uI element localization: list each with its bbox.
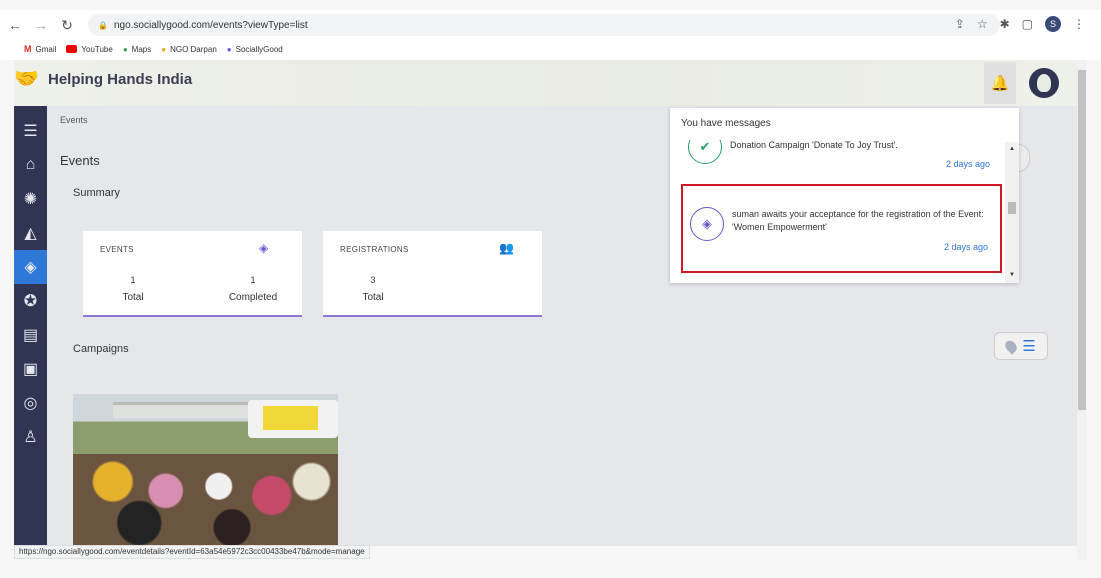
star-icon[interactable]: ☆ xyxy=(977,17,988,31)
brand-title: Helping Hands India xyxy=(48,71,193,88)
award-icon: ✪ xyxy=(23,293,38,310)
back-icon[interactable]: ← xyxy=(4,17,26,33)
registrations-total-value: 3 xyxy=(370,275,376,285)
notification-item[interactable]: ✔ Donation Campaign 'Donate To Joy Trust… xyxy=(681,140,1002,174)
donation-icon: ✺ xyxy=(23,191,38,208)
sociallygood-icon: ● xyxy=(226,44,232,54)
campaign-image[interactable] xyxy=(73,394,338,546)
forward-icon[interactable]: → xyxy=(30,17,52,33)
sidebar-item-donations[interactable]: ✺ xyxy=(14,182,47,216)
profile-avatar[interactable]: S xyxy=(1045,16,1061,32)
page-scrollbar[interactable] xyxy=(1077,60,1087,560)
donation-campaign-icon: ✔ xyxy=(688,140,722,164)
notification-item-highlighted[interactable]: ◈ suman awaits your acceptance for the r… xyxy=(681,184,1002,273)
sidebar-item-ngo[interactable]: ▣ xyxy=(14,352,47,386)
address-bar[interactable]: 🔒 ngo.sociallygood.com/events?viewType=l… xyxy=(88,14,1000,36)
notifications-dropdown: You have messages ✔ Donation Campaign 'D… xyxy=(670,108,1019,283)
sidepanel-icon[interactable]: ▢ xyxy=(1022,17,1033,31)
user-avatar[interactable] xyxy=(1029,68,1059,98)
share-icon[interactable]: ⇪ xyxy=(955,17,965,31)
events-completed-value: 1 xyxy=(250,275,256,285)
notification-time: 2 days ago xyxy=(943,242,988,252)
hamburger-menu-icon[interactable]: ☰ xyxy=(14,114,47,148)
summary-heading: Summary xyxy=(73,187,121,199)
browser-actions: ⇪ ☆ ✱ ▢ S ⋮ xyxy=(955,16,1085,32)
bookmark-sociallygood[interactable]: ● SociallyGood xyxy=(227,45,283,54)
maps-icon: ● xyxy=(122,44,128,54)
user-icon: ♙ xyxy=(23,429,38,446)
url-text: ngo.sociallygood.com/events?viewType=lis… xyxy=(113,19,308,31)
browser-chrome: ← → ↻ 🔒 ngo.sociallygood.com/events?view… xyxy=(0,10,1101,60)
registrations-total-label: Total xyxy=(362,292,384,303)
app-header: 🤝 Helping Hands India 🔔 xyxy=(14,60,1077,106)
sidebar-item-events[interactable]: ◈ xyxy=(14,250,47,284)
reload-icon[interactable]: ↻ xyxy=(56,17,78,34)
list-view-icon[interactable]: ☰ xyxy=(1022,337,1035,355)
bookmark-youtube[interactable]: YouTube xyxy=(66,45,113,54)
notifications-bell-icon[interactable]: 🔔 xyxy=(984,62,1016,104)
bookmarks-bar: M Gmail YouTube ● Maps ● NGO Darpan ● Social… xyxy=(0,40,283,58)
sidebar-item-contacts[interactable]: ▤ xyxy=(14,318,47,352)
scroll-up-icon[interactable]: ▲ xyxy=(1009,146,1015,152)
notifications-scrollbar[interactable]: ▲ ▼ xyxy=(1005,142,1019,283)
events-completed-label: Completed xyxy=(228,292,278,303)
extensions-icon[interactable]: ✱ xyxy=(1000,17,1010,31)
bookmark-gmail[interactable]: M Gmail xyxy=(24,44,56,54)
campaigns-heading: Campaigns xyxy=(73,343,129,355)
contacts-icon: ▤ xyxy=(22,327,39,344)
notification-text: suman awaits your acceptance for the reg… xyxy=(732,209,984,232)
sidebar-item-users[interactable]: ♙ xyxy=(14,420,47,454)
address-row: ← → ↻ 🔒 ngo.sociallygood.com/events?view… xyxy=(0,10,1101,40)
registrations-total-metric: 3 Total xyxy=(323,275,423,303)
map-pin-icon[interactable] xyxy=(1003,337,1020,355)
sidebar-item-csr[interactable]: ◎ xyxy=(14,386,47,420)
bookmark-maps[interactable]: ● Maps xyxy=(123,45,151,54)
events-icon: ◈ xyxy=(24,259,37,276)
view-toggle[interactable]: ☰ xyxy=(994,332,1048,360)
page-scroll-thumb[interactable] xyxy=(1078,70,1086,410)
events-total-metric: 1 Total xyxy=(83,275,183,303)
registrations-summary-card[interactable]: REGISTRATIONS 👥 3 Total xyxy=(323,231,542,317)
notification-time: 2 days ago xyxy=(945,159,990,169)
events-completed-metric: 1 Completed xyxy=(203,275,303,303)
home-icon: ⌂ xyxy=(25,156,36,173)
notifications-heading: You have messages xyxy=(681,118,771,129)
logo-icon: 🤝 xyxy=(14,68,39,90)
youtube-icon xyxy=(66,45,78,53)
events-card-label: EVENTS xyxy=(100,245,134,254)
events-total-value: 1 xyxy=(130,275,136,285)
status-bar-url: https://ngo.sociallygood.com/eventdetail… xyxy=(14,545,370,559)
event-registration-icon: ◈ xyxy=(690,207,724,241)
lock-icon[interactable]: 🔒 xyxy=(98,21,108,30)
ngo-darpan-icon: ● xyxy=(161,44,167,54)
sidebar: ☰ ⌂ ✺ ◭ ◈ ✪ ▤ ▣ ◎ ♙ xyxy=(14,106,47,546)
scroll-down-icon[interactable]: ▼ xyxy=(1009,272,1015,278)
page-title: Events xyxy=(60,153,100,168)
breadcrumb[interactable]: Events xyxy=(60,115,88,125)
events-total-label: Total xyxy=(122,292,144,303)
notifications-list: ✔ Donation Campaign 'Donate To Joy Trust… xyxy=(670,140,1008,283)
gmail-icon: M xyxy=(24,44,32,54)
sidebar-item-home[interactable]: ⌂ xyxy=(14,148,47,182)
bookmark-ngo-darpan[interactable]: ● NGO Darpan xyxy=(161,45,217,54)
events-summary-card[interactable]: EVENTS ◈ 1 Total 1 Completed xyxy=(83,231,302,317)
notification-text: Donation Campaign 'Donate To Joy Trust'. xyxy=(730,140,898,150)
sidebar-item-campaigns[interactable]: ◭ xyxy=(14,216,47,250)
users-group-icon: 👥 xyxy=(499,241,514,255)
sidebar-item-awards[interactable]: ✪ xyxy=(14,284,47,318)
registrations-card-label: REGISTRATIONS xyxy=(340,245,409,254)
events-icon: ◈ xyxy=(259,241,269,255)
notifications-scroll-thumb[interactable] xyxy=(1008,202,1016,214)
ngo-icon: ▣ xyxy=(22,361,39,378)
csr-icon: ◎ xyxy=(23,395,38,412)
menu-icon[interactable]: ⋮ xyxy=(1073,17,1085,31)
megaphone-icon: ◭ xyxy=(24,225,37,242)
